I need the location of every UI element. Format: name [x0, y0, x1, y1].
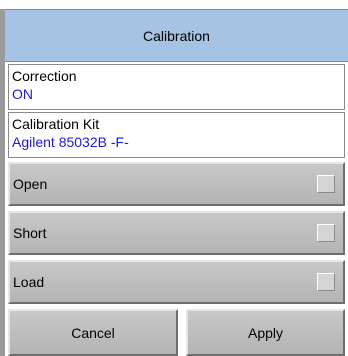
short-button-label: Short: [13, 225, 47, 241]
short-status-indicator: [317, 224, 335, 242]
calibration-kit-field[interactable]: Calibration Kit Agilent 85032B -F-: [8, 112, 345, 158]
correction-field[interactable]: Correction ON: [8, 64, 345, 110]
correction-value: ON: [12, 86, 33, 102]
top-divider: [0, 0, 348, 9]
load-button[interactable]: Load: [8, 260, 345, 304]
open-button[interactable]: Open: [8, 162, 345, 206]
calibration-kit-label: Calibration Kit: [12, 116, 100, 132]
correction-label: Correction: [12, 68, 77, 84]
load-button-label: Load: [13, 274, 45, 290]
load-status-indicator: [317, 273, 335, 291]
short-button[interactable]: Short: [8, 211, 345, 255]
calibration-kit-value: Agilent 85032B -F-: [12, 134, 129, 150]
apply-button-label: Apply: [247, 324, 284, 341]
open-button-label: Open: [13, 176, 48, 192]
cancel-button[interactable]: Cancel: [8, 309, 178, 356]
open-status-indicator: [317, 175, 335, 193]
cancel-button-label: Cancel: [71, 324, 115, 341]
apply-button[interactable]: Apply: [186, 309, 345, 356]
calibration-panel: Calibration Correction ON Calibration Ki…: [0, 0, 348, 356]
panel-title: Calibration: [5, 9, 348, 62]
panel-title-text: Calibration: [143, 27, 210, 44]
